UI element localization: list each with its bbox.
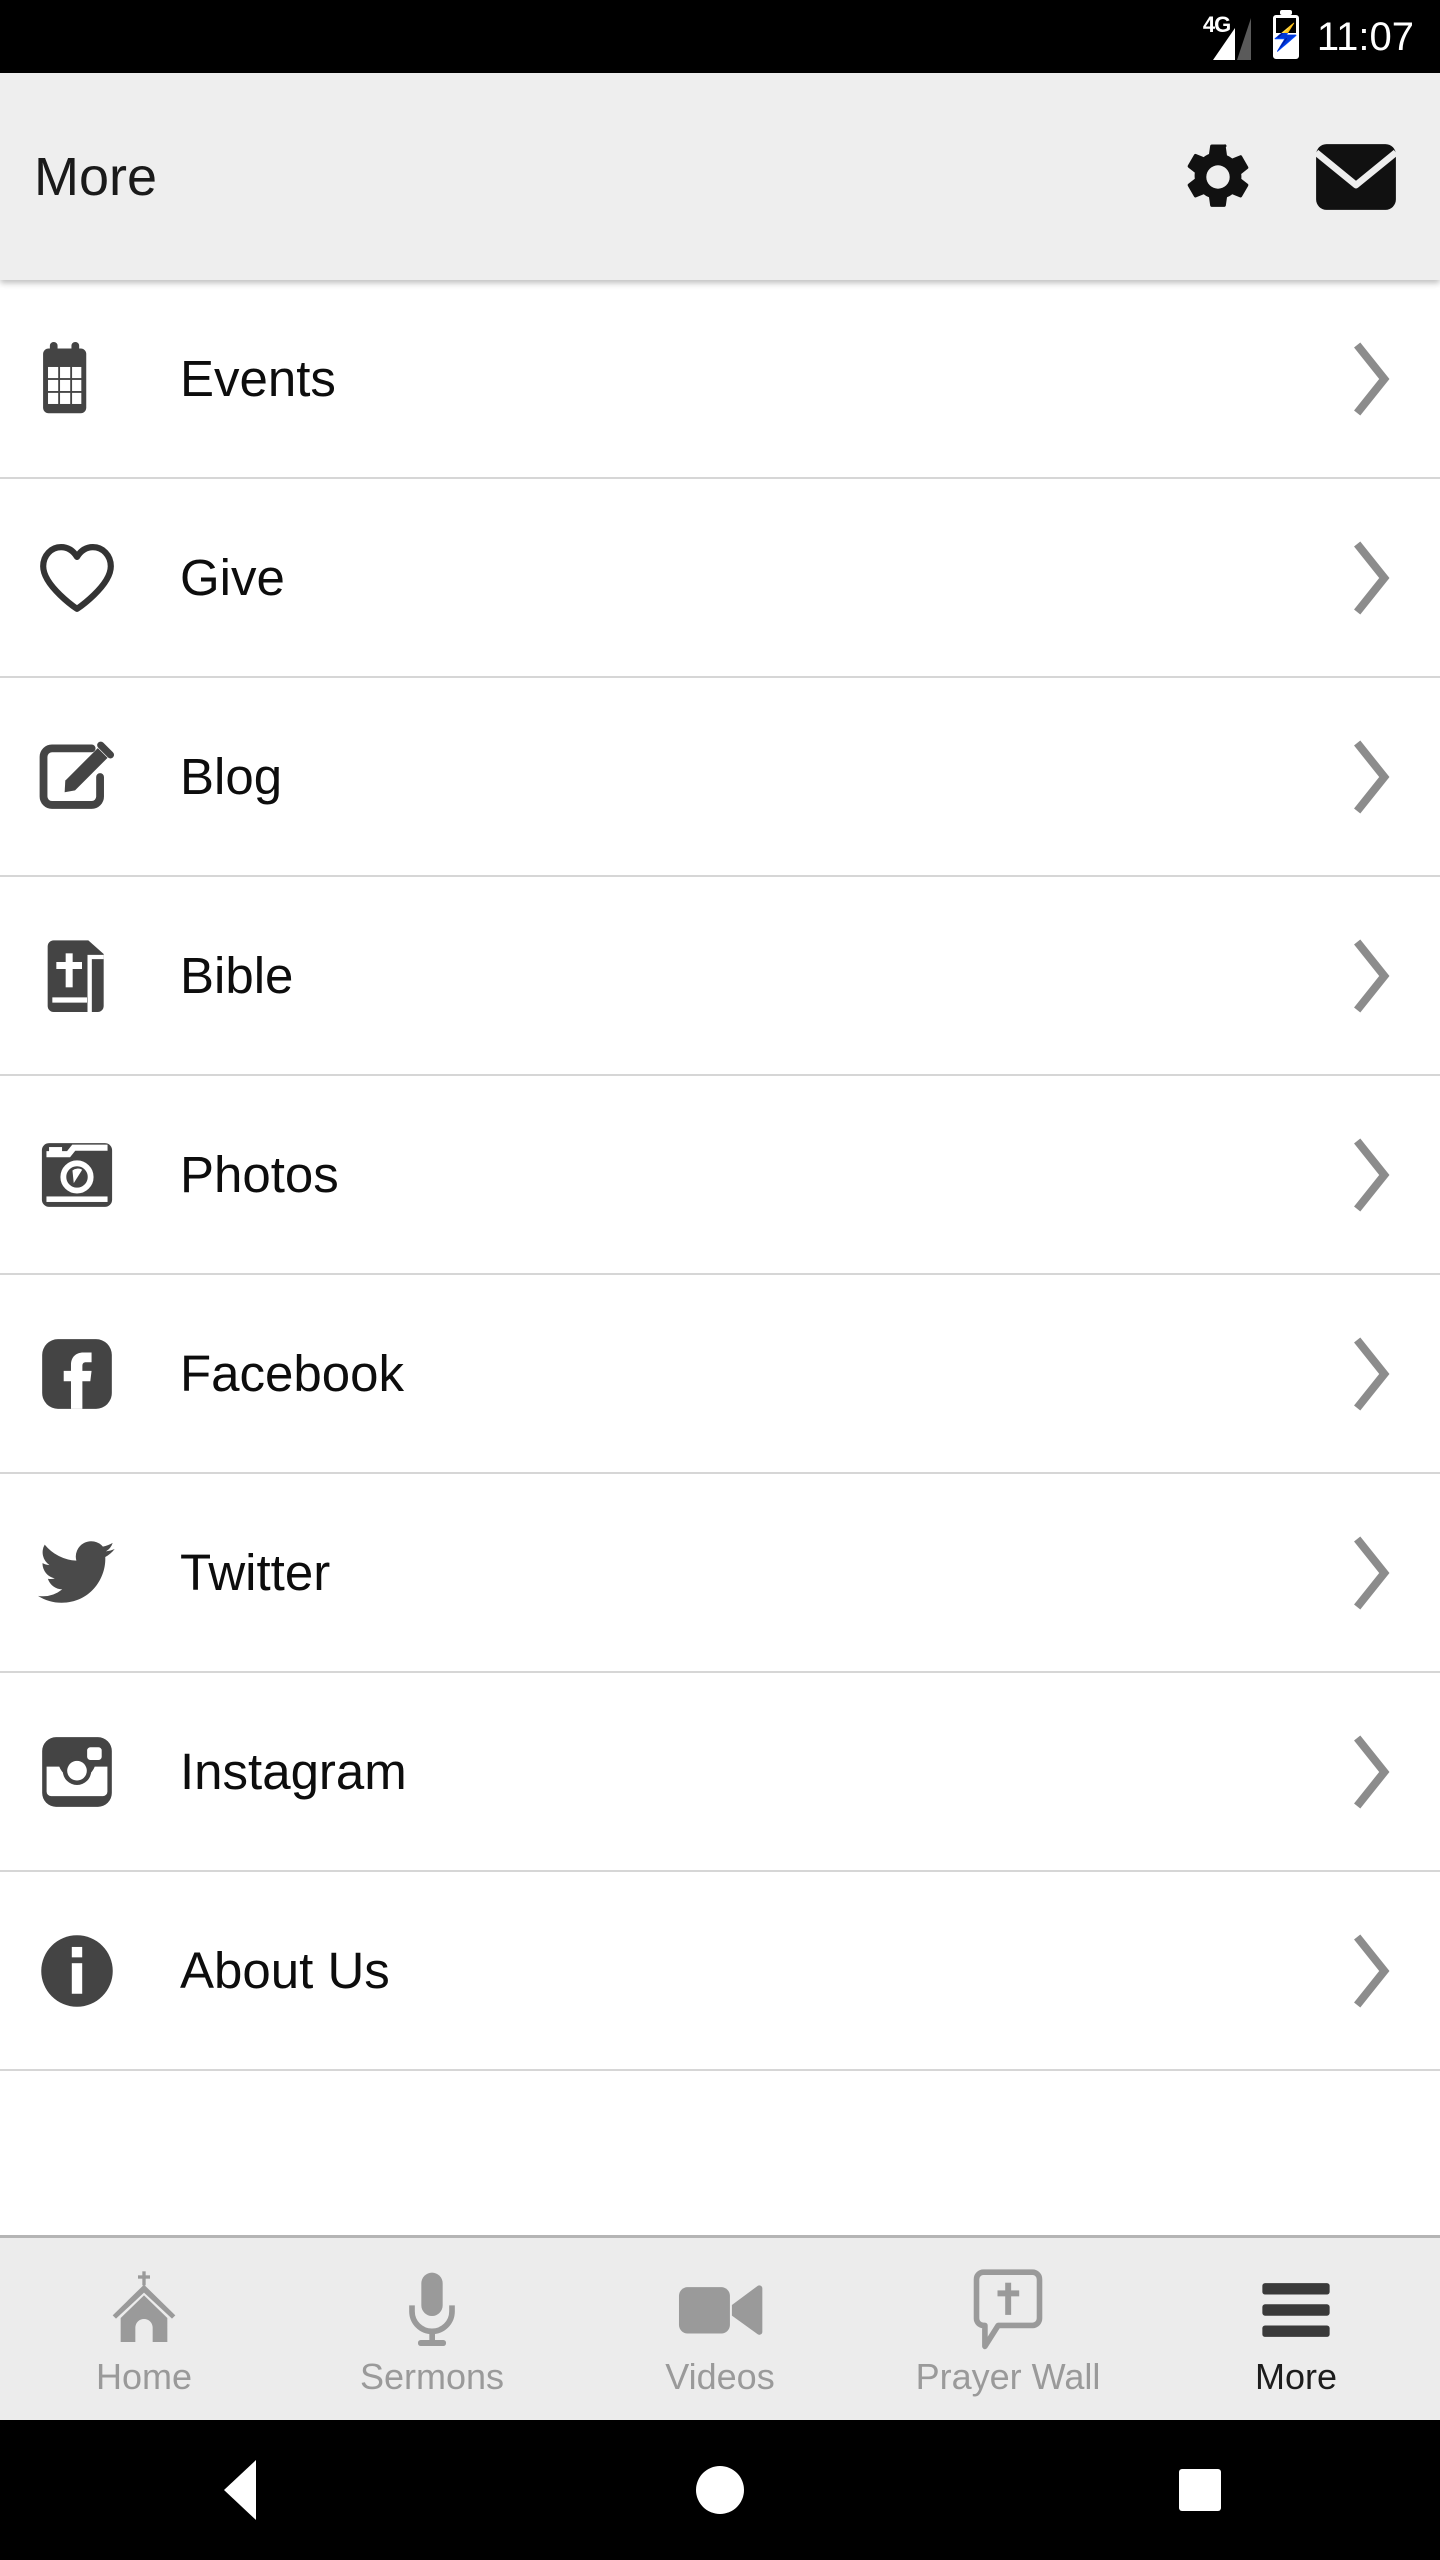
mail-button[interactable]: [1310, 131, 1402, 223]
tab-label: Home: [95, 2356, 193, 2397]
circle-home-icon: [696, 2466, 744, 2514]
more-menu-list: Events Give Blog Bible Photos Facebook T…: [0, 280, 1440, 2235]
tab-label: Prayer Wall: [915, 2356, 1101, 2397]
info-circle-icon: [38, 1932, 116, 2010]
tab-label: More: [1254, 2356, 1338, 2397]
church-icon: [103, 2269, 185, 2351]
edit-pencil-icon: [38, 738, 116, 816]
page-title: More: [34, 146, 158, 207]
list-item-label: Facebook: [180, 1344, 404, 1402]
microphone-icon: [402, 2269, 462, 2351]
list-item-twitter[interactable]: Twitter: [0, 1474, 1440, 1673]
signal-bars-filled: [1212, 27, 1235, 60]
battery-charging-icon: ⚡: [1269, 14, 1303, 59]
tab-more[interactable]: More: [1152, 2238, 1440, 2420]
list-item-bible[interactable]: Bible: [0, 877, 1440, 1076]
app-bar-actions: [1172, 131, 1402, 223]
status-bar-indicators: 4G ⚡ 11:07: [1203, 13, 1414, 60]
chevron-right-icon: [1342, 1733, 1402, 1811]
list-item-facebook[interactable]: Facebook: [0, 1275, 1440, 1474]
list-item-label: Photos: [180, 1145, 339, 1203]
prayer-bubble-icon: [972, 2269, 1044, 2351]
list-item-label: Bible: [180, 946, 294, 1004]
triangle-back-icon: [224, 2460, 256, 2520]
chevron-right-icon: [1342, 1534, 1402, 1612]
chevron-right-icon: [1342, 937, 1402, 1015]
list-item-label: Instagram: [180, 1742, 407, 1800]
video-camera-icon: [677, 2269, 763, 2351]
tab-label: Videos: [665, 2356, 775, 2397]
facebook-icon: [38, 1335, 116, 1413]
chevron-right-icon: [1342, 1136, 1402, 1214]
instagram-icon: [38, 1733, 116, 1811]
list-item-about-us[interactable]: About Us: [0, 1872, 1440, 2071]
chevron-right-icon: [1342, 539, 1402, 617]
list-item-label: Events: [180, 349, 336, 407]
tab-prayer-wall[interactable]: Prayer Wall: [864, 2238, 1152, 2420]
list-item-label: Blog: [180, 747, 283, 805]
tab-sermons[interactable]: Sermons: [288, 2238, 576, 2420]
cellular-signal-icon: 4G: [1203, 13, 1259, 60]
list-item-label: Twitter: [180, 1543, 331, 1601]
settings-button[interactable]: [1172, 131, 1264, 223]
list-item-events[interactable]: Events: [0, 280, 1440, 479]
app-bar: More: [0, 73, 1440, 280]
chevron-right-icon: [1342, 340, 1402, 418]
back-button[interactable]: [140, 2440, 340, 2540]
list-item-label: About Us: [180, 1941, 390, 1999]
chevron-right-icon: [1342, 1335, 1402, 1413]
android-navigation-bar: [0, 2420, 1440, 2560]
home-button[interactable]: [620, 2440, 820, 2540]
charging-bolt-icon: ⚡: [1269, 21, 1303, 52]
status-bar-clock: 11:07: [1316, 14, 1414, 59]
chevron-right-icon: [1342, 738, 1402, 816]
square-recents-icon: [1179, 2469, 1221, 2511]
list-item-give[interactable]: Give: [0, 479, 1440, 678]
twitter-bird-icon: [38, 1534, 116, 1612]
phone-screen: 4G ⚡ 11:07 More Events Give Blog Bible P…: [0, 0, 1440, 2560]
bottom-tab-bar: Home Sermons Videos Prayer Wall More: [0, 2235, 1440, 2420]
list-item-instagram[interactable]: Instagram: [0, 1673, 1440, 1872]
tab-label: Sermons: [359, 2356, 505, 2397]
camera-icon: [38, 1136, 116, 1214]
calendar-icon: [38, 340, 116, 418]
signal-bars-empty: [1236, 17, 1251, 60]
bible-book-icon: [38, 937, 116, 1015]
gear-icon: [1187, 143, 1249, 207]
envelope-icon: [1314, 143, 1398, 210]
chevron-right-icon: [1342, 1932, 1402, 2010]
heart-icon: [38, 539, 116, 617]
status-bar: 4G ⚡ 11:07: [0, 0, 1440, 73]
list-item-blog[interactable]: Blog: [0, 678, 1440, 877]
hamburger-menu-icon: [1259, 2269, 1333, 2351]
tab-videos[interactable]: Videos: [576, 2238, 864, 2420]
recents-button[interactable]: [1100, 2440, 1300, 2540]
list-item-photos[interactable]: Photos: [0, 1076, 1440, 1275]
tab-home[interactable]: Home: [0, 2238, 288, 2420]
list-item-label: Give: [180, 548, 285, 606]
